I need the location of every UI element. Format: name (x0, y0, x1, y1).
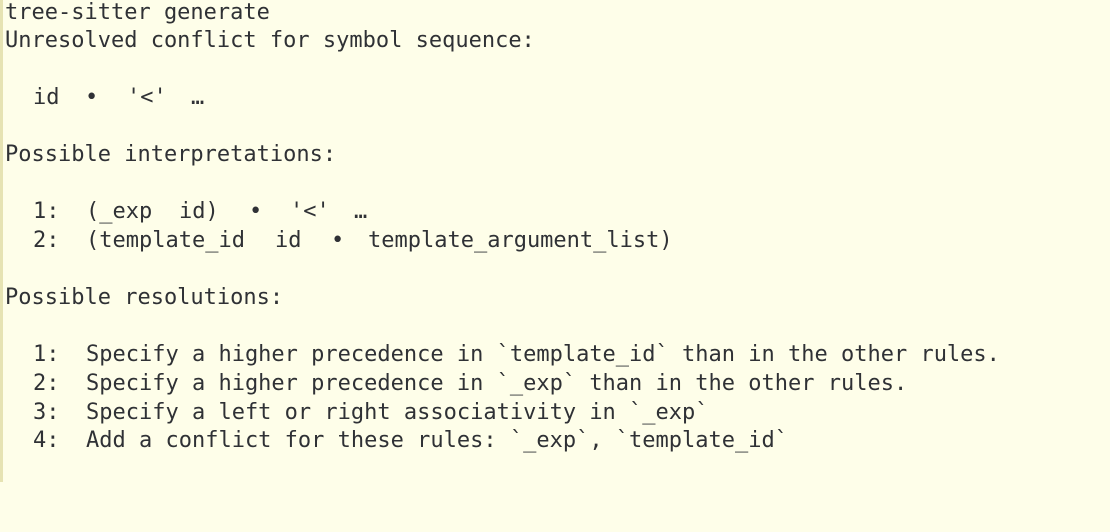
interpretation-token: id) (179, 199, 219, 224)
command-line: tree-sitter generate (5, 0, 270, 25)
resolution-item: 3: Specify a left or right associativity… (33, 400, 1103, 426)
resolution-item: 1: Specify a higher precedence in `templ… (33, 342, 1103, 368)
left-border (0, 0, 3, 482)
resolution-text: Specify a higher precedence in `_exp` th… (86, 371, 908, 396)
interpretation-token: template_argument_list) (368, 228, 673, 253)
resolution-text: Add a conflict for these rules: `_exp`, … (86, 428, 788, 453)
sequence-ellipsis: … (191, 85, 205, 110)
interpretation-dot: • (331, 228, 345, 253)
sequence-dot: • (85, 85, 99, 110)
interpretation-token: '<' (290, 199, 330, 224)
interpretation-item: 1: (_exp id) • '<' … (33, 199, 733, 225)
conflict-header: Unresolved conflict for symbol sequence: (5, 28, 535, 53)
resolution-number: 4: (33, 428, 60, 453)
symbol-sequence: id • '<' … (33, 85, 433, 111)
interpretation-number: 2: (33, 228, 60, 253)
resolution-item: 2: Specify a higher precedence in `_exp`… (33, 371, 1103, 397)
resolution-number: 3: (33, 400, 60, 425)
resolutions-header: Possible resolutions: (5, 285, 284, 310)
resolution-text: Specify a left or right associativity in… (86, 400, 709, 425)
resolution-item: 4: Add a conflict for these rules: `_exp… (33, 428, 1103, 454)
interpretations-header: Possible interpretations: (5, 142, 337, 167)
interpretation-dot: • (249, 199, 263, 224)
interpretation-token: (template_id (86, 228, 245, 253)
resolution-text: Specify a higher precedence in `template… (86, 342, 1000, 367)
resolution-number: 1: (33, 342, 60, 367)
resolution-number: 2: (33, 371, 60, 396)
sequence-token: '<' (127, 85, 167, 110)
interpretation-token: (_exp (86, 199, 153, 224)
sequence-token: id (33, 85, 60, 110)
interpretation-item: 2: (template_id id • template_argument_l… (33, 228, 933, 254)
interpretation-ellipsis: … (354, 199, 368, 224)
interpretation-number: 1: (33, 199, 60, 224)
interpretation-token: id (275, 228, 302, 253)
terminal-output: tree-sitter generate Unresolved conflict… (0, 0, 1110, 482)
